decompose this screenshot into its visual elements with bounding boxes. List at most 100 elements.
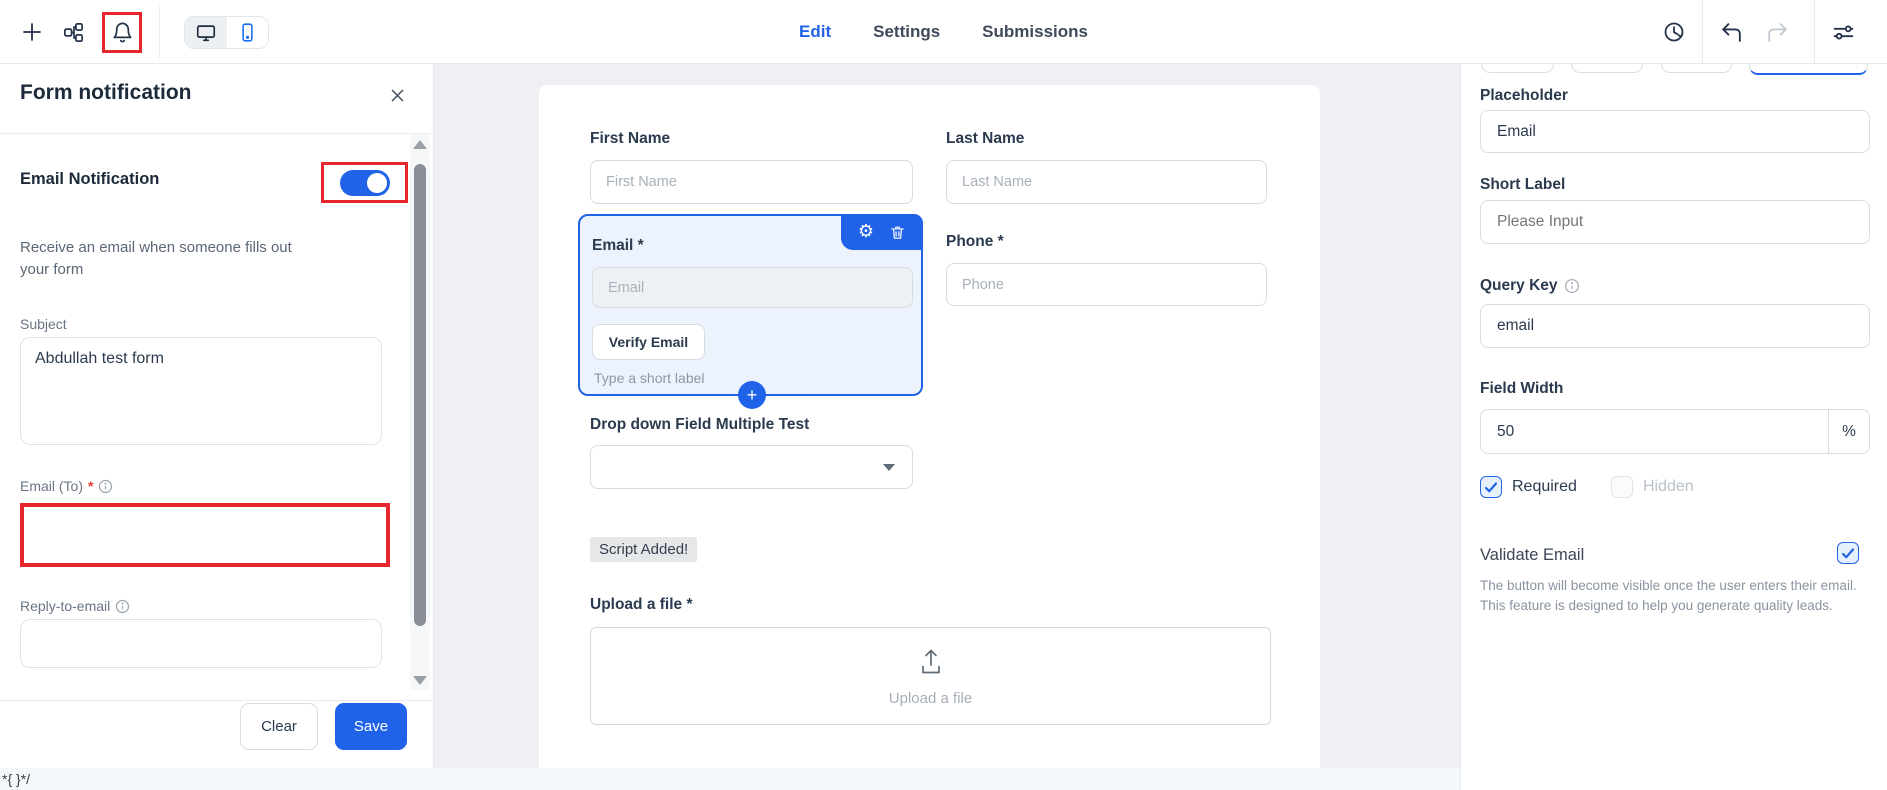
main-nav: Edit Settings Submissions <box>799 0 1088 64</box>
email-notification-toggle[interactable] <box>339 169 390 196</box>
toolbar-divider <box>1702 0 1703 64</box>
undo-icon <box>1721 22 1741 42</box>
upload-dropzone[interactable]: Upload a file <box>590 627 1271 725</box>
email-to-label: Email (To) * <box>20 478 113 494</box>
plus-icon: + <box>746 385 758 405</box>
required-checkbox-label[interactable]: Required <box>1512 478 1577 496</box>
mobile-icon <box>242 23 253 42</box>
script-added-badge: Script Added! <box>590 537 698 562</box>
desktop-icon <box>196 24 215 41</box>
email-to-highlight-box <box>20 503 390 567</box>
clock-history-icon <box>1664 22 1684 42</box>
bottom-strip: *{ }*/ <box>0 768 1460 790</box>
redo-icon <box>1767 22 1787 42</box>
email-input[interactable] <box>592 267 913 308</box>
toolbar-divider <box>1814 0 1815 64</box>
short-label-label: Short Label <box>1480 176 1566 193</box>
undo-button[interactable] <box>1716 18 1746 46</box>
email-field-selected[interactable]: ⚙ Email * Verify Email Type a short labe… <box>578 214 923 409</box>
validate-email-checkbox[interactable] <box>1837 542 1859 564</box>
tab-submissions[interactable]: Submissions <box>982 22 1088 42</box>
email-field-label: Email * <box>592 237 644 254</box>
width-option-button[interactable] <box>1481 64 1554 73</box>
short-label-input[interactable] <box>1480 200 1870 244</box>
scroll-up-arrow[interactable] <box>413 140 427 149</box>
phone-input[interactable] <box>946 263 1267 306</box>
info-icon[interactable] <box>1564 278 1580 294</box>
field-action-bar: ⚙ <box>841 214 923 250</box>
scroll-down-arrow[interactable] <box>413 676 427 685</box>
panel-footer-divider <box>0 700 434 701</box>
scrollbar-thumb[interactable] <box>414 164 426 626</box>
chevron-down-icon <box>883 463 895 471</box>
info-icon[interactable] <box>98 479 113 494</box>
toggle-knob <box>366 172 387 193</box>
add-button[interactable] <box>18 18 46 46</box>
query-key-input[interactable] <box>1480 304 1870 348</box>
upload-field-label: Upload a file * <box>590 596 693 613</box>
last-name-label: Last Name <box>946 130 1025 147</box>
reply-to-label: Reply-to-email <box>20 598 130 614</box>
width-option-button-active[interactable] <box>1749 64 1868 75</box>
check-icon <box>1484 481 1498 492</box>
panel-scrollbar[interactable] <box>410 134 430 690</box>
check-icon <box>1841 547 1855 558</box>
width-option-button[interactable] <box>1571 64 1643 73</box>
add-field-button[interactable]: + <box>738 381 766 409</box>
field-properties-panel: Placeholder Short Label Query Key Field … <box>1460 64 1887 790</box>
upload-placeholder: Upload a file <box>888 689 973 707</box>
plus-icon <box>23 23 41 41</box>
reply-to-input[interactable] <box>20 619 382 668</box>
delete-field-icon[interactable] <box>889 224 906 241</box>
field-width-input[interactable] <box>1480 409 1828 454</box>
form-canvas: First Name Last Name ⚙ Email * Verify Em… <box>539 85 1320 768</box>
validate-email-label: Validate Email <box>1480 546 1585 564</box>
dropdown-select[interactable] <box>590 445 913 489</box>
field-width-label: Field Width <box>1480 380 1564 397</box>
tab-edit[interactable]: Edit <box>799 22 831 42</box>
query-key-label: Query Key <box>1480 277 1580 295</box>
required-asterisk: * <box>88 478 94 494</box>
info-icon[interactable] <box>115 599 130 614</box>
save-button[interactable]: Save <box>335 703 407 750</box>
subject-input[interactable]: Abdullah test form <box>20 337 382 445</box>
email-to-input[interactable] <box>24 507 386 563</box>
validate-email-description: The button will become visible once the … <box>1480 578 1857 613</box>
field-width-unit: % <box>1828 409 1870 454</box>
top-toolbar: Edit Settings Submissions <box>0 0 1887 64</box>
form-notification-panel: Form notification Email Notification Rec… <box>0 64 434 768</box>
width-option-button[interactable] <box>1661 64 1732 73</box>
verify-email-button[interactable]: Verify Email <box>592 324 705 360</box>
hidden-checkbox[interactable] <box>1610 476 1633 498</box>
close-icon <box>391 89 403 101</box>
tab-settings[interactable]: Settings <box>873 22 940 42</box>
toolbar-divider <box>159 6 160 58</box>
toggle-highlight-box <box>321 162 408 203</box>
redo-button[interactable] <box>1762 18 1792 46</box>
last-name-input[interactable] <box>946 160 1267 204</box>
bell-icon <box>112 22 132 43</box>
email-notification-label: Email Notification <box>20 170 160 188</box>
first-name-label: First Name <box>590 130 671 147</box>
workflow-button[interactable] <box>58 18 88 46</box>
clear-button[interactable]: Clear <box>240 703 318 750</box>
sliders-icon <box>1833 25 1853 39</box>
placeholder-label: Placeholder <box>1480 87 1568 104</box>
short-label-helper: Type a short label <box>594 370 705 386</box>
history-button[interactable] <box>1660 18 1688 46</box>
upload-icon <box>921 649 940 673</box>
required-checkbox[interactable] <box>1480 476 1502 498</box>
first-name-input[interactable] <box>590 160 913 204</box>
stray-code-text: *{ }*/ <box>2 771 31 787</box>
placeholder-input[interactable] <box>1480 110 1870 153</box>
desktop-preview-button[interactable] <box>185 17 227 48</box>
panel-title: Form notification <box>20 81 192 104</box>
notifications-button[interactable] <box>107 18 137 48</box>
dropdown-field-label: Drop down Field Multiple Test <box>590 416 810 433</box>
hidden-checkbox-label[interactable]: Hidden <box>1643 478 1694 496</box>
mobile-preview-button[interactable] <box>227 17 269 48</box>
field-settings-icon[interactable]: ⚙ <box>858 223 874 241</box>
panel-header-divider <box>0 133 434 134</box>
close-panel-button[interactable] <box>386 84 408 106</box>
form-settings-button[interactable] <box>1828 18 1858 46</box>
